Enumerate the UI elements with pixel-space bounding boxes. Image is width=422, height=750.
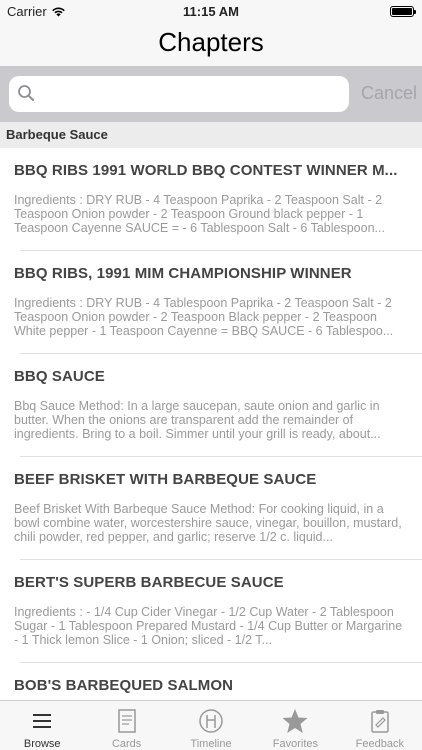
tab-label: Cards [111,738,142,750]
recipe-title: BBQ RIBS, 1991 MIM CHAMPIONSHIP WINNER [14,265,352,282]
list-item[interactable]: BOB'S BARBEQUED SALMON [0,663,422,700]
tab-feedback[interactable]: Feedback [338,701,422,750]
list-item[interactable]: BBQ SAUCE Bbq Sauce Method: In a large s… [0,354,422,457]
recipe-description: Ingredients : - 1/4 Cup Cider Vinegar - … [14,605,403,647]
tab-label: Browse [23,738,61,750]
tab-label: Favorites [272,738,319,750]
cancel-button[interactable]: Cancel [361,83,417,104]
tab-label: Feedback [355,738,404,750]
list-item[interactable]: BBQ RIBS, 1991 MIM CHAMPIONSHIP WINNER I… [0,251,422,354]
recipe-title: BBQ RIBS 1991 WORLD BBQ CONTEST WINNER M… [14,162,398,179]
star-icon [282,709,308,733]
cards-icon [117,709,136,733]
status-time: 11:15 AM [183,4,239,19]
recipe-description: Ingredients : DRY RUB - 4 Teaspoon Papri… [14,193,385,235]
tab-favorites[interactable]: Favorites [253,701,337,750]
section-header: Barbeque Sauce [0,122,422,148]
recipe-list[interactable]: BBQ RIBS 1991 WORLD BBQ CONTEST WINNER M… [0,148,422,700]
search-bar: Cancel [0,66,422,122]
tab-label: Timeline [190,738,232,750]
recipe-description: Bbq Sauce Method: In a large saucepan, s… [14,399,381,441]
tab-cards[interactable]: Cards [84,701,168,750]
browse-icon [33,714,52,728]
tab-bar: Browse Cards Timeline Favorites Feedback [0,700,422,750]
tab-browse[interactable]: Browse [0,701,84,750]
page-title: Chapters [158,27,264,57]
list-item[interactable]: BEEF BRISKET WITH BARBEQUE SAUCE Beef Br… [0,457,422,560]
tab-timeline[interactable]: Timeline [169,701,253,750]
list-item[interactable]: BBQ RIBS 1991 WORLD BBQ CONTEST WINNER M… [0,148,422,251]
recipe-description: Ingredients : DRY RUB - 4 Tablespoon Pap… [14,296,394,338]
recipe-title: BERT'S SUPERB BARBECUE SAUCE [14,574,284,591]
timeline-icon [199,709,223,733]
recipe-title: BBQ SAUCE [14,368,105,385]
feedback-icon [371,710,389,733]
recipe-description: Beef Brisket With Barbeque Sauce Method:… [14,502,402,544]
search-field-container[interactable] [9,76,349,112]
status-bar: Carrier 11:15 AM [0,0,422,22]
navigation-bar: Chapters [0,22,422,66]
search-input[interactable] [43,82,339,106]
section-title: Barbeque Sauce [6,127,108,142]
battery-icon [390,6,416,17]
recipe-title: BEEF BRISKET WITH BARBEQUE SAUCE [14,471,317,488]
search-icon [18,85,34,101]
recipe-title: BOB'S BARBEQUED SALMON [14,677,234,694]
list-item[interactable]: BERT'S SUPERB BARBECUE SAUCE Ingredients… [0,560,422,663]
